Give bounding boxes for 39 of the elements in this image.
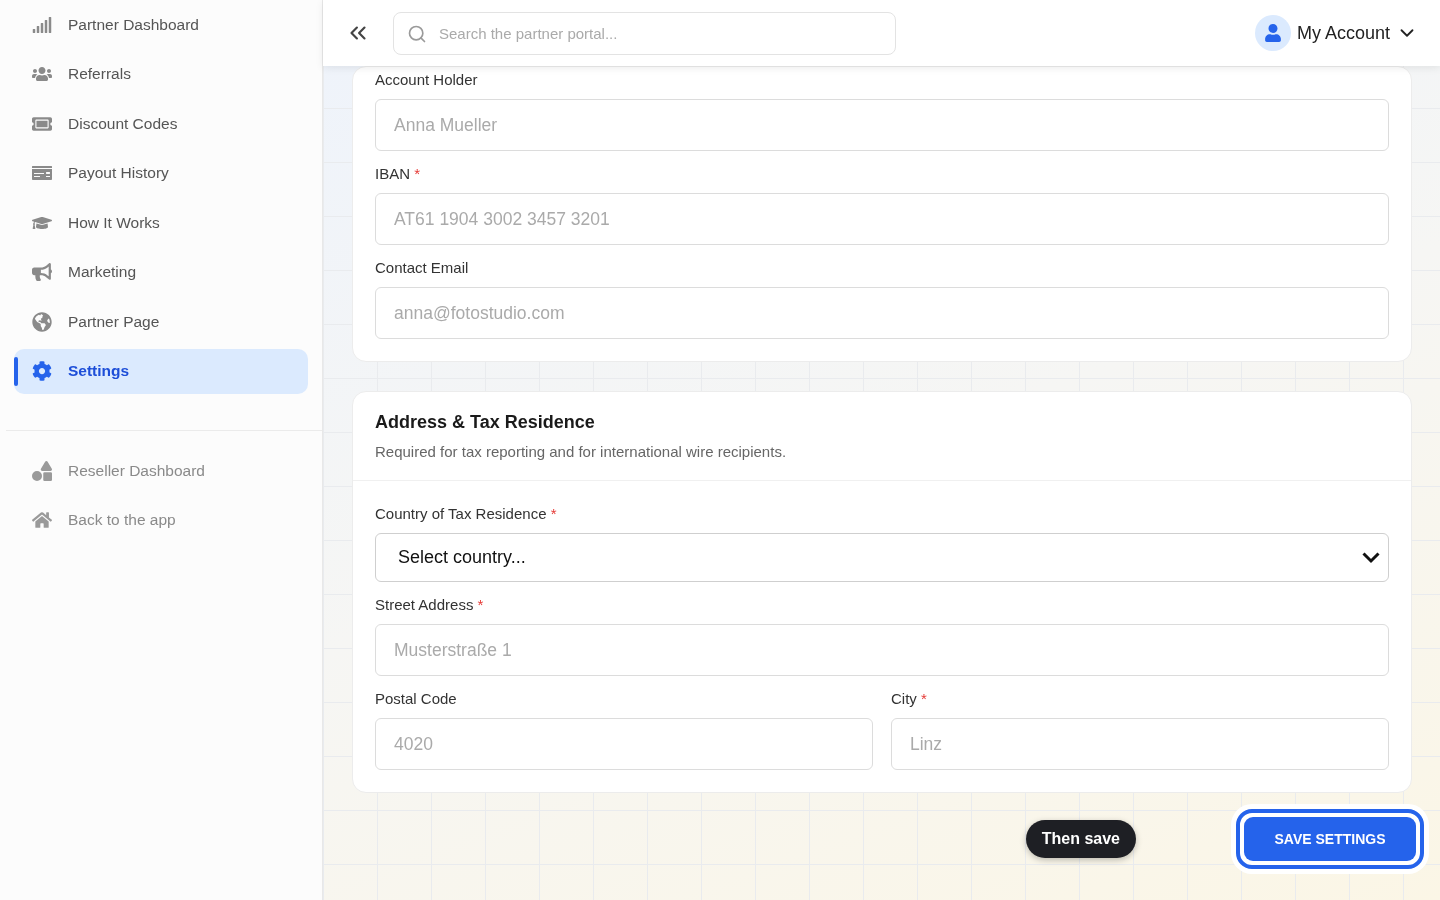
field-label: Street Address * — [375, 596, 485, 613]
search-icon — [407, 23, 427, 44]
field-label: Postal Code — [375, 690, 458, 707]
megaphone-icon — [32, 262, 52, 282]
select-field[interactable]: Select country... — [375, 533, 1389, 582]
text-field[interactable]: Linz — [891, 718, 1389, 770]
card-title: Address & Tax Residence — [375, 412, 596, 433]
field-label: Country of Tax Residence * — [375, 505, 558, 522]
search-field[interactable]: Search the partner portal... — [393, 11, 896, 55]
sidebar-item[interactable]: Back to the app — [14, 497, 308, 543]
money-icon — [32, 163, 52, 183]
shapes-icon — [32, 460, 52, 481]
sidebar-item[interactable]: Payout History — [14, 150, 308, 196]
account-menu[interactable]: My Account — [1254, 15, 1418, 51]
sidebar-item[interactable]: Referrals — [14, 51, 308, 97]
home-icon — [32, 510, 52, 530]
text-field[interactable]: 4020 — [375, 718, 873, 770]
sidebar-item[interactable]: Discount Codes — [14, 101, 308, 146]
card-subtitle: Required for tax reporting and for international wire recipients. — [375, 443, 788, 460]
field-label: IBAN * — [375, 165, 422, 182]
globe-icon — [32, 311, 52, 332]
field-label: City * — [891, 690, 928, 707]
tooltip: Then save — [1025, 820, 1136, 858]
sidebar-item[interactable]: Settings — [14, 348, 308, 394]
field-label: Account Holder — [375, 71, 479, 88]
text-field[interactable]: Musterstraße 1 — [375, 624, 1389, 676]
text-field[interactable]: anna@fotostudio.com — [375, 287, 1389, 339]
people-icon — [32, 64, 52, 84]
settings-icon — [32, 361, 52, 381]
sidebar-item[interactable]: How It Works — [14, 200, 308, 245]
bar-chart-icon — [32, 14, 52, 35]
field-label: Contact Email — [375, 259, 470, 276]
text-field[interactable]: Anna Mueller — [375, 99, 1389, 151]
text-field[interactable]: AT61 1904 3002 3457 3201 — [375, 193, 1389, 245]
sidebar-item[interactable]: Partner Page — [14, 299, 308, 344]
sidebar-item[interactable]: Marketing — [14, 249, 308, 295]
save-button[interactable]: SAVE SETTINGS — [1244, 817, 1416, 861]
user-icon — [1263, 24, 1282, 42]
sidebar-item[interactable]: Partner Dashboard — [14, 2, 308, 47]
